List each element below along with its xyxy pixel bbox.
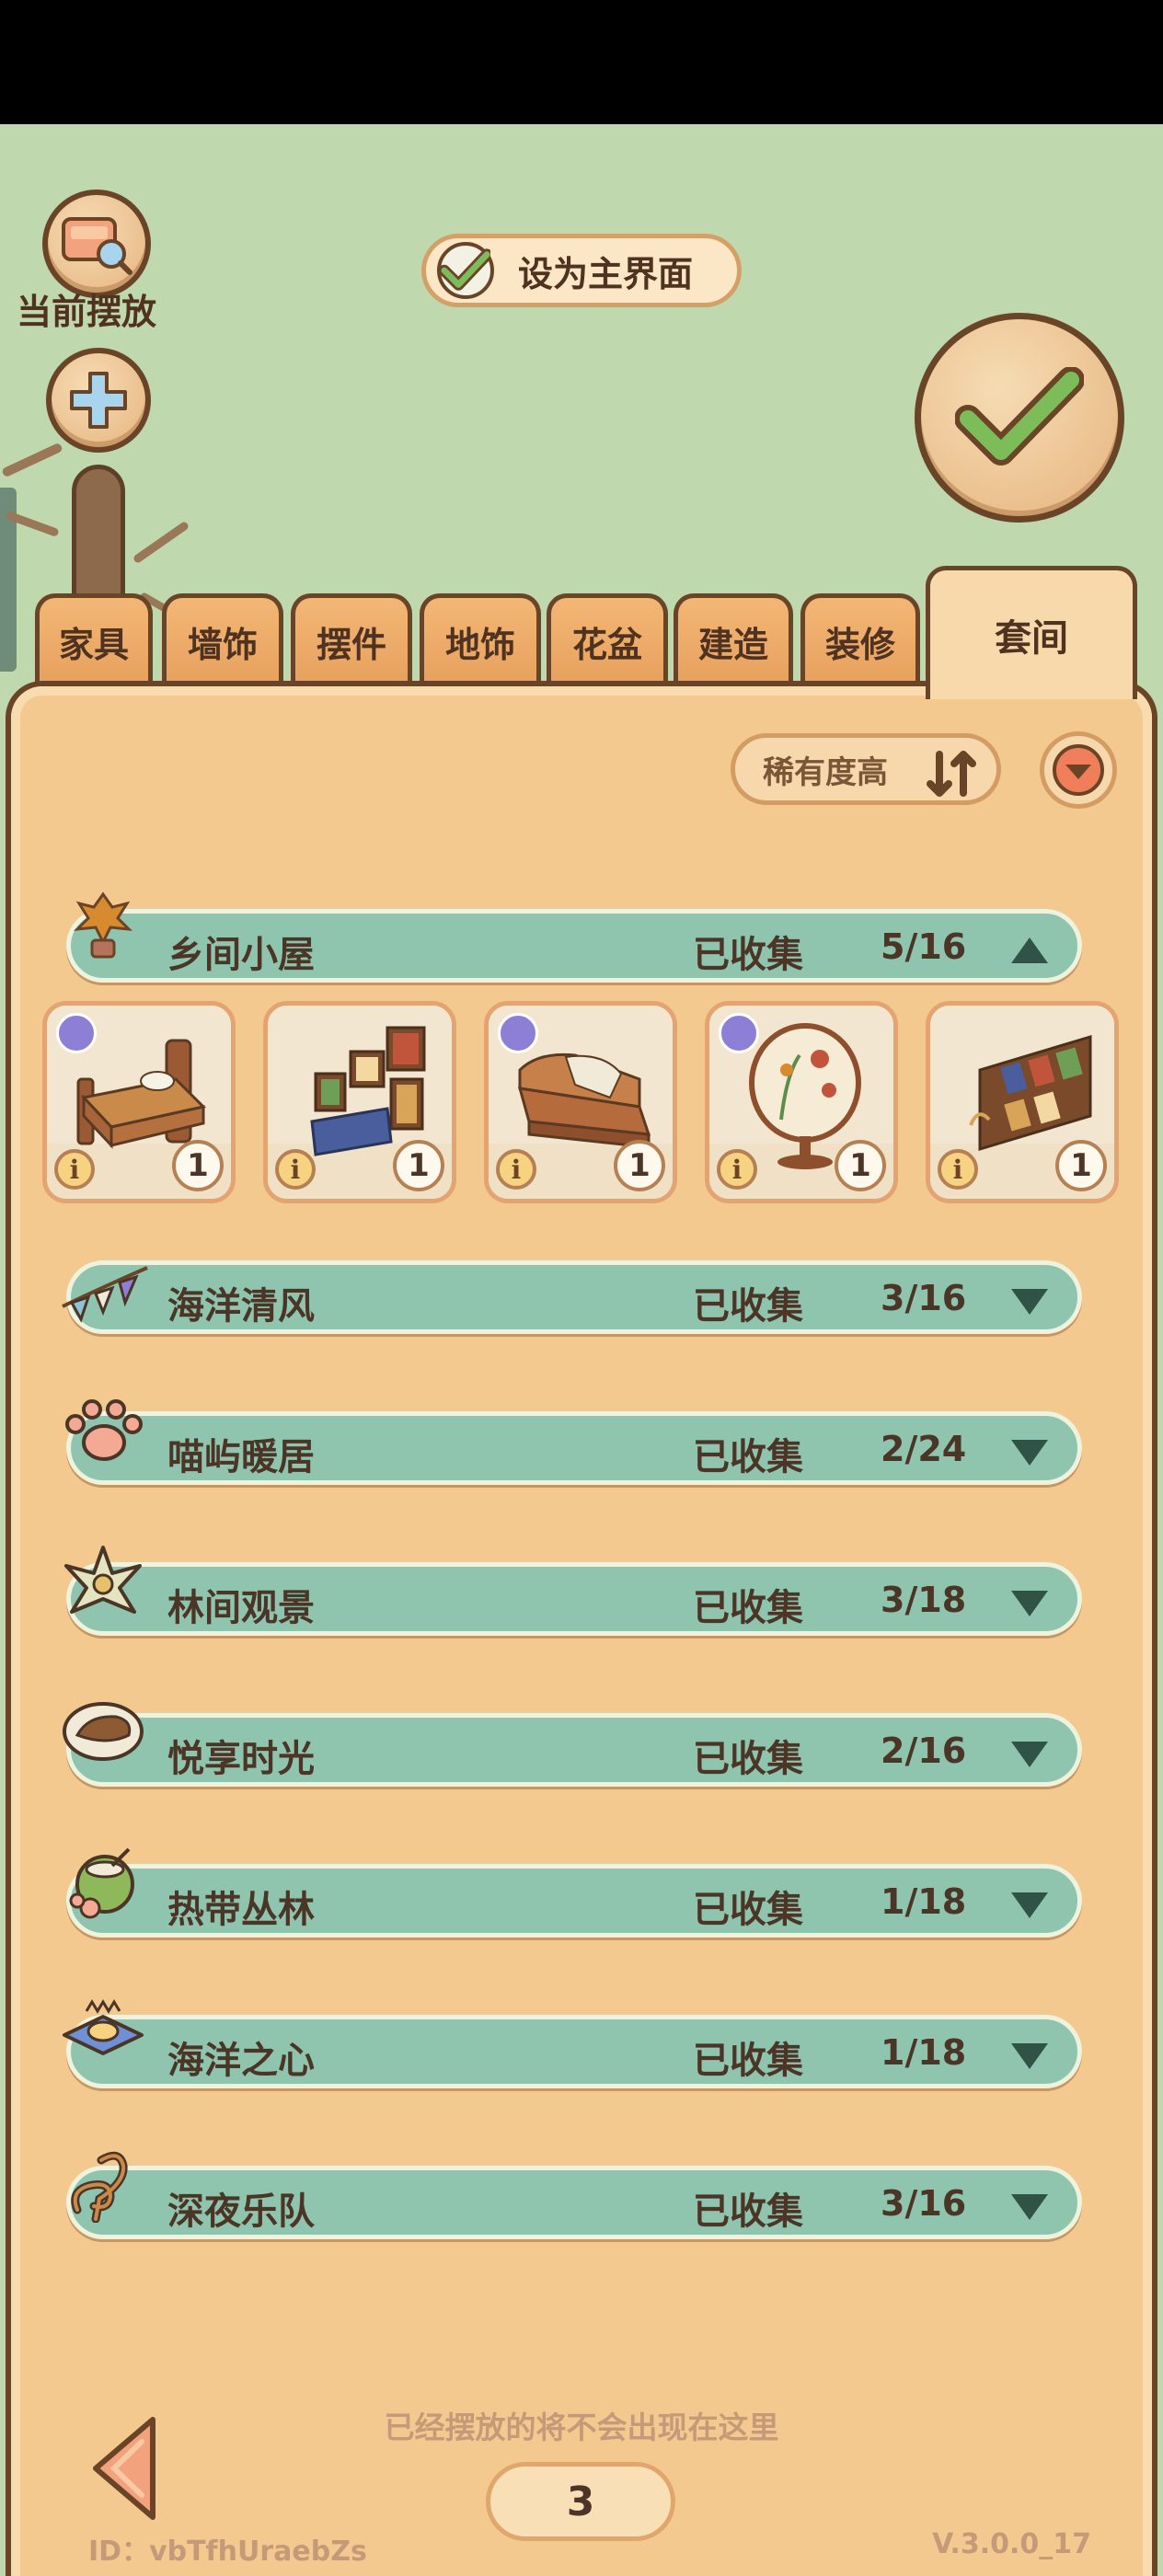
sort-label: 稀有度高 (763, 753, 888, 791)
set-main-screen-toggle[interactable]: 设为主界面 (421, 234, 742, 307)
collected-count: 2/24 (881, 1429, 967, 1469)
expand-arrow-icon[interactable] (1008, 2191, 1052, 2224)
collected-label: 已收集 (693, 1738, 803, 1780)
user-id: ID：vbTfhUraebZs (88, 2536, 367, 2568)
set-name: 深夜乐队 (167, 2191, 315, 2233)
collected-count: 3/16 (881, 1278, 967, 1318)
info-icon[interactable]: i (717, 1149, 757, 1190)
set-row-country-cottage[interactable]: 乡间小屋 已收集 5/16 (66, 909, 1082, 983)
set-name: 喵屿暖居 (167, 1436, 315, 1478)
back-arrow-icon[interactable] (88, 2414, 160, 2523)
item-card-sofa[interactable]: i 1 (484, 1001, 677, 1203)
info-icon[interactable]: i (54, 1149, 95, 1190)
set-row-tropical-jungle[interactable]: 热带丛林 已收集 1/18 (66, 1864, 1082, 1938)
current-placed-label: 当前摆放 (17, 292, 157, 332)
set-name: 热带丛林 (167, 1889, 315, 1931)
expand-arrow-icon[interactable] (1008, 1285, 1052, 1318)
chevron-down-icon (1053, 744, 1104, 796)
tab-furniture[interactable]: 家具 (35, 593, 153, 685)
filter-dropdown-button[interactable] (1040, 731, 1117, 809)
expand-arrow-icon[interactable] (1008, 1738, 1052, 1771)
collected-label: 已收集 (693, 934, 803, 976)
info-icon[interactable]: i (496, 1149, 536, 1190)
bunting-flag-icon (62, 1266, 148, 1323)
item-card-lamp[interactable]: i 1 (705, 1001, 898, 1203)
collected-label: 已收集 (693, 1587, 803, 1629)
set-name: 海洋之心 (167, 2040, 315, 2082)
placement-hint: 已经摆放的将不会出现在这里 (384, 2409, 779, 2445)
confirm-button[interactable] (915, 313, 1124, 523)
tab-flowerpots[interactable]: 花盆 (547, 593, 668, 685)
set-name: 乡间小屋 (167, 934, 315, 976)
item-card-bed[interactable]: i 1 (42, 1001, 236, 1203)
coconut-drink-icon (69, 1847, 134, 1919)
set-name: 林间观景 (167, 1587, 315, 1629)
category-tabs: 家具 墙饰 摆件 地饰 花盆 建造 装修 套间 (0, 566, 1163, 699)
collected-count: 3/18 (881, 1580, 967, 1620)
tab-wall-decor[interactable]: 墙饰 (162, 593, 283, 685)
sort-button[interactable]: 稀有度高 (731, 733, 1001, 805)
expand-arrow-icon[interactable] (1008, 1889, 1052, 1922)
set-row-late-night-band[interactable]: 深夜乐队 已收集 3/16 (66, 2166, 1082, 2239)
tab-renovation[interactable]: 装修 (800, 593, 920, 685)
set-row-ocean-heart[interactable]: 海洋之心 已收集 1/18 (66, 2015, 1082, 2088)
collected-count: 5/16 (881, 926, 967, 967)
collected-label: 已收集 (693, 1889, 803, 1931)
autumn-plant-icon (73, 891, 133, 959)
set-name: 海洋清风 (167, 1285, 315, 1328)
set-name: 悦享时光 (167, 1738, 315, 1780)
collected-count: 3/16 (881, 2183, 967, 2224)
set-main-screen-label: 设为主界面 (518, 253, 694, 294)
item-card-magazine-rack[interactable]: i 1 (926, 1001, 1119, 1203)
blueprint-search-icon (62, 217, 132, 275)
bread-plate-icon (63, 1702, 144, 1761)
item-quantity: 1 (835, 1140, 886, 1191)
item-quantity: 1 (393, 1140, 444, 1191)
collected-label: 已收集 (693, 2191, 803, 2233)
item-card-picture-frames[interactable]: i 1 (263, 1001, 456, 1203)
set-row-ocean-breeze[interactable]: 海洋清风 已收集 3/16 (66, 1260, 1082, 1334)
info-icon[interactable]: i (275, 1149, 316, 1190)
tab-floor-decor[interactable]: 地饰 (420, 593, 541, 685)
tree-branch (1, 442, 63, 478)
add-button[interactable] (46, 348, 151, 453)
sort-order-icon (927, 751, 976, 797)
expand-arrow-icon[interactable] (1008, 2040, 1052, 2073)
collected-count: 1/18 (881, 2032, 967, 2073)
set-row-cat-island-home[interactable]: 喵屿暖居 已收集 2/24 (66, 1411, 1082, 1485)
collected-count: 2/16 (881, 1731, 967, 1771)
plus-icon (70, 372, 127, 429)
tab-ornaments[interactable]: 摆件 (291, 593, 412, 685)
info-icon[interactable]: i (938, 1149, 978, 1190)
collected-label: 已收集 (693, 1285, 803, 1328)
collapse-arrow-icon[interactable] (1008, 934, 1052, 967)
shell-cushion-icon (63, 1999, 144, 2055)
item-quantity: 1 (614, 1140, 665, 1191)
status-bar (0, 0, 1163, 124)
expand-arrow-icon[interactable] (1008, 1436, 1052, 1469)
tab-build[interactable]: 建造 (674, 593, 793, 685)
leaf-flower-icon (64, 1546, 142, 1614)
set-row-forest-view[interactable]: 林间观景 已收集 3/18 (66, 1562, 1082, 1636)
collected-count: 1/18 (881, 1881, 967, 1922)
treble-clef-icon (71, 2151, 128, 2223)
check-icon (441, 248, 490, 291)
item-quantity: 1 (172, 1140, 224, 1191)
page-number: 3 (486, 2462, 675, 2541)
check-icon (955, 367, 1084, 466)
tree-branch (132, 520, 190, 565)
collected-label: 已收集 (693, 2040, 803, 2082)
expand-arrow-icon[interactable] (1008, 1587, 1052, 1620)
toggle-checkbox[interactable] (437, 242, 494, 299)
version-label: V.3.0.0_17 (932, 2528, 1091, 2560)
set-row-joyful-time[interactable]: 悦享时光 已收集 2/16 (66, 1713, 1082, 1787)
tab-suites[interactable]: 套间 (926, 566, 1137, 699)
collected-label: 已收集 (693, 1436, 803, 1478)
paw-print-icon (65, 1399, 143, 1461)
item-quantity: 1 (1055, 1140, 1107, 1191)
current-placed-button[interactable] (42, 190, 151, 298)
